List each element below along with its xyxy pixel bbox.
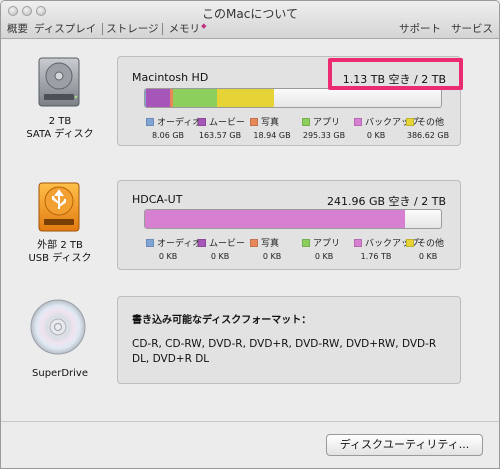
legend-swatch bbox=[354, 239, 362, 247]
legend-value: 0 KB bbox=[210, 252, 230, 261]
window-title: このMacについて bbox=[202, 7, 298, 21]
legend-category: 写真 bbox=[246, 115, 298, 128]
legend-value: 163.57 GB bbox=[198, 131, 242, 140]
drive-1-name: Macintosh HD bbox=[132, 71, 209, 84]
legend-value: 0 KB bbox=[314, 252, 334, 261]
legend-swatch bbox=[302, 239, 310, 247]
drive-1-usage-bar bbox=[144, 88, 442, 108]
legend-value: 0 KB bbox=[418, 252, 438, 261]
drive-1-label: 2 TB SATA ディスク bbox=[15, 115, 105, 141]
tab-support[interactable]: サポート bbox=[399, 23, 441, 35]
legend-swatch bbox=[354, 118, 362, 126]
legend-swatch bbox=[146, 239, 154, 247]
legend-value: 295.33 GB bbox=[302, 131, 346, 140]
formats-title: 書き込み可能なディスクフォーマット： bbox=[132, 315, 312, 326]
usb-drive-icon bbox=[38, 182, 80, 232]
legend-item: その他 386.62 GB bbox=[402, 115, 454, 140]
legend-category: アプリ bbox=[298, 115, 350, 128]
legend-value: 1.76 TB bbox=[360, 252, 392, 261]
legend-value: 386.62 GB bbox=[406, 131, 450, 140]
legend-item: ムービー 0 KB bbox=[194, 236, 246, 261]
legend-value: 0 KB bbox=[158, 252, 178, 261]
legend-item: 写真 18.94 GB bbox=[246, 115, 298, 140]
tab-memory[interactable]: メモリ bbox=[169, 23, 201, 35]
legend-value: 8.06 GB bbox=[151, 131, 185, 140]
legend-category-label: アプリ bbox=[313, 239, 341, 249]
legend-category-label: 写真 bbox=[261, 239, 280, 249]
legend-category: ムービー bbox=[194, 115, 246, 128]
legend-item: バックアップ 1.76 TB bbox=[350, 236, 419, 261]
legend-swatch bbox=[406, 239, 414, 247]
tab-storage[interactable]: ストレージ bbox=[102, 23, 163, 35]
usage-segment-5 bbox=[216, 89, 274, 107]
drive-2-usage-bar bbox=[144, 209, 442, 229]
legend-category: アプリ bbox=[298, 236, 350, 249]
legend-swatch bbox=[250, 118, 258, 126]
superdrive-panel: 書き込み可能なディスクフォーマット： CD-R, CD-RW, DVD-R, D… bbox=[117, 296, 461, 384]
drive-2-capacity: 外部 2 TB bbox=[37, 240, 83, 251]
legend-category: 写真 bbox=[246, 236, 298, 249]
usage-segment-3 bbox=[172, 89, 217, 107]
legend-category: その他 bbox=[402, 236, 454, 249]
legend-category-label: 写真 bbox=[261, 118, 280, 128]
legend-swatch bbox=[406, 118, 414, 126]
legend-item: ムービー 163.57 GB bbox=[194, 115, 246, 140]
legend-item: アプリ 0 KB bbox=[298, 236, 350, 261]
drive-2-panel: HDCA-UT 241.96 GB 空き / 2 TB オーディオ 0 KB ムービ… bbox=[117, 180, 461, 270]
formats-list: CD-R, CD-RW, DVD-R, DVD+R, DVD-RW, DVD+R… bbox=[132, 338, 437, 365]
legend-category-label: ムービー bbox=[209, 118, 246, 128]
legend-swatch bbox=[302, 118, 310, 126]
optical-disc-icon bbox=[30, 299, 86, 355]
footer-divider bbox=[1, 421, 499, 422]
superdrive-label: SuperDrive bbox=[32, 368, 88, 379]
usage-segment-1 bbox=[145, 89, 171, 107]
drive-2-type: USB ディスク bbox=[28, 253, 92, 264]
selection-marker-icon: ◆ bbox=[201, 22, 207, 30]
legend-category: オーディオ bbox=[142, 236, 201, 249]
legend-item: その他 0 KB bbox=[402, 236, 454, 261]
legend-swatch bbox=[250, 239, 258, 247]
drive-1-legend: オーディオ 8.06 GB ムービー 163.57 GB 写真 18.94 GB アプリ 29… bbox=[142, 115, 454, 140]
legend-category: オーディオ bbox=[142, 115, 201, 128]
tab-bar-left: 概要 ディスプレイ ストレージ メモリ◆ bbox=[7, 21, 217, 36]
tab-bar-right: サポート サービス bbox=[389, 21, 493, 36]
about-this-mac-window: このMacについて 概要 ディスプレイ ストレージ メモリ◆ サポート サービス 2 T… bbox=[0, 0, 500, 469]
legend-category: バックアップ bbox=[350, 236, 419, 249]
free-space-highlight bbox=[328, 58, 463, 90]
drive-2-name: HDCA-UT bbox=[132, 193, 183, 206]
tab-overview[interactable]: 概要 bbox=[7, 23, 28, 35]
title-bar: このMacについて 概要 ディスプレイ ストレージ メモリ◆ サポート サービス bbox=[1, 1, 499, 39]
hard-disk-icon bbox=[38, 57, 80, 107]
legend-swatch bbox=[198, 118, 206, 126]
legend-value: 18.94 GB bbox=[253, 131, 291, 140]
drive-1-capacity: 2 TB bbox=[48, 116, 72, 127]
legend-value: 0 KB bbox=[366, 131, 386, 140]
drive-2-legend: オーディオ 0 KB ムービー 0 KB 写真 0 KB アプリ 0 KB バックアップ 1.76… bbox=[142, 236, 454, 261]
drive-2-free-space: 241.96 GB 空き / 2 TB bbox=[326, 195, 446, 208]
disk-utility-button[interactable]: ディスクユーティリティ... bbox=[326, 434, 483, 456]
legend-swatch bbox=[198, 239, 206, 247]
drive-1-type: SATA ディスク bbox=[26, 129, 94, 140]
drive-2-label: 外部 2 TB USB ディスク bbox=[15, 239, 105, 265]
legend-category-label: その他 bbox=[417, 239, 445, 249]
legend-item: オーディオ 8.06 GB bbox=[142, 115, 201, 140]
legend-item: バックアップ 0 KB bbox=[350, 115, 419, 140]
legend-category-label: その他 bbox=[417, 118, 445, 128]
legend-item: 写真 0 KB bbox=[246, 236, 298, 261]
legend-item: オーディオ 0 KB bbox=[142, 236, 201, 261]
legend-category: バックアップ bbox=[350, 115, 419, 128]
legend-value: 0 KB bbox=[262, 252, 282, 261]
legend-category: その他 bbox=[402, 115, 454, 128]
usage-segment-4 bbox=[145, 210, 406, 228]
legend-swatch bbox=[146, 118, 154, 126]
legend-category-label: ムービー bbox=[209, 239, 246, 249]
legend-category: ムービー bbox=[194, 236, 246, 249]
tab-service[interactable]: サービス bbox=[451, 23, 493, 35]
legend-item: アプリ 295.33 GB bbox=[298, 115, 350, 140]
legend-category-label: アプリ bbox=[313, 118, 341, 128]
tab-displays[interactable]: ディスプレイ bbox=[34, 23, 96, 35]
